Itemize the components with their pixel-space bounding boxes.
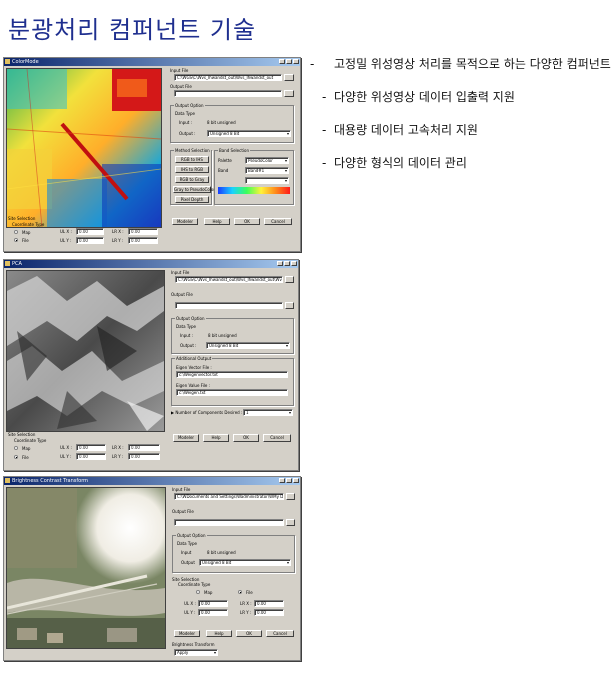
- lr-y-field[interactable]: 0.00: [128, 237, 158, 244]
- ok-button[interactable]: OK: [233, 434, 259, 442]
- site-selection-group: Site Selection Coordinate Type Map File …: [8, 216, 162, 248]
- method-selection-group: Method Selection RGB to IHS IHS to RGB R…: [170, 148, 215, 205]
- close-icon[interactable]: [293, 59, 299, 64]
- feature-list: - 고정밀 위성영상 처리를 목적으로 하는 다양한 컴퍼넌트 - 다양한 위성영상…: [310, 56, 612, 188]
- band-select-2[interactable]: [245, 177, 289, 184]
- feature-item: - 다양한 위성영상 데이터 입출력 지원: [322, 90, 515, 104]
- ok-button[interactable]: OK: [234, 218, 260, 225]
- cancel-button[interactable]: Cancel: [266, 630, 294, 637]
- input-file-field[interactable]: C:\WDocuments and Settings\Wadministrato…: [174, 493, 284, 500]
- components-select[interactable]: 1: [243, 409, 293, 416]
- browse-input-button[interactable]: [286, 493, 295, 500]
- maximize-icon[interactable]: [286, 478, 292, 483]
- ok-button[interactable]: OK: [236, 630, 262, 637]
- window-titlebar[interactable]: PCA: [4, 260, 298, 268]
- lr-x-field[interactable]: 0.00: [128, 228, 158, 235]
- window-titlebar[interactable]: Brightness Contrast Transform: [4, 477, 300, 485]
- ul-y-field[interactable]: 0.00: [76, 237, 104, 244]
- eigen-value-field[interactable]: c:\Weigen.txt: [176, 389, 288, 396]
- output-option-group: Output Option Data Type Input : 8 bit un…: [171, 316, 294, 354]
- rgb-to-ihs-button[interactable]: RGB to IHS: [175, 156, 209, 163]
- site-selection-group: Site Selection Coordinate Type Map File …: [172, 577, 295, 621]
- feature-item: - 다양한 형식의 데이터 관리: [322, 156, 467, 170]
- app-icon: [5, 478, 10, 483]
- cancel-button[interactable]: Cancel: [264, 218, 292, 225]
- ihs-to-rgb-button[interactable]: IHS to RGB: [175, 166, 209, 173]
- output-type-select[interactable]: Unsigned 8 Bit: [199, 559, 291, 566]
- output-file-field[interactable]: [175, 302, 283, 309]
- ul-y-field[interactable]: 0.00: [76, 453, 106, 460]
- window-titlebar[interactable]: ColorMode: [4, 58, 300, 66]
- lr-x-field[interactable]: 0.00: [128, 444, 160, 451]
- help-button[interactable]: Help: [206, 630, 232, 637]
- eigen-vector-field[interactable]: c:\Weigenvector.txt: [176, 371, 288, 378]
- help-button[interactable]: Help: [203, 434, 229, 442]
- band-selection-group: Band Selection Palette PseudoColor Band …: [214, 148, 294, 205]
- browse-output-button[interactable]: [284, 90, 294, 97]
- pca-preview-image: [6, 270, 165, 432]
- app-icon: [5, 59, 10, 64]
- output-file-field[interactable]: [174, 90, 282, 97]
- app-icon: [5, 261, 10, 266]
- ul-x-field[interactable]: 0.00: [198, 600, 228, 607]
- ul-x-field[interactable]: 0.00: [76, 444, 106, 451]
- lr-y-field[interactable]: 0.00: [128, 453, 160, 460]
- output-option-group: Output Option Data Type Input 8 bit unsi…: [172, 533, 295, 573]
- output-type-select[interactable]: Unsigned 8 Bit: [206, 342, 290, 349]
- pixel-depth-button[interactable]: Pixel Depth: [175, 196, 209, 203]
- ul-x-field[interactable]: 0.00: [76, 228, 104, 235]
- output-file-field[interactable]: [174, 519, 284, 526]
- maximize-icon[interactable]: [284, 261, 290, 266]
- pca-window: PCA Input File C:\WGS\C\Wvs_Ihwandst_out…: [3, 259, 299, 471]
- feature-item: - 고정밀 위성영상 처리를 목적으로 하는 다양한 컴퍼넌트: [310, 57, 611, 71]
- output-type-select[interactable]: Unsigned 8 Bit: [207, 130, 291, 137]
- map-radio[interactable]: [14, 446, 18, 450]
- additional-output-group: Additional Output Eigen Vector File : c:…: [171, 356, 294, 406]
- file-radio[interactable]: [14, 238, 18, 242]
- rgb-to-gray-button[interactable]: RGB to Gray: [175, 176, 209, 183]
- modeler-button[interactable]: Modeler: [173, 434, 199, 442]
- input-file-field[interactable]: C:\WGS\C\Wvs_Ihwandst_out\Wvs_Ihwandst_o…: [174, 74, 282, 81]
- close-icon[interactable]: [293, 478, 299, 483]
- maximize-icon[interactable]: [286, 59, 292, 64]
- lr-x-field[interactable]: 0.00: [254, 600, 284, 607]
- output-option-group: Output Option Data Type Input : 8 bit un…: [170, 103, 294, 143]
- modeler-button[interactable]: Modeler: [174, 630, 200, 637]
- file-radio[interactable]: [238, 590, 242, 594]
- file-radio[interactable]: [14, 455, 18, 459]
- components-label: ▶ Number of Components Desired :: [171, 410, 243, 415]
- site-selection-group: Site Selection Coordinate Type Map File …: [8, 432, 168, 466]
- browse-output-button[interactable]: [286, 519, 295, 526]
- input-file-field[interactable]: C:\WGS\C\Wvs_Ihwandst_out\Wvs_Ihwandst_o…: [175, 276, 283, 283]
- brightness-transform-select[interactable]: Apply: [174, 649, 218, 656]
- close-icon[interactable]: [291, 261, 297, 266]
- colormode-preview-image: [6, 68, 162, 228]
- browse-output-button[interactable]: [285, 302, 294, 309]
- colormode-options-panel: Input File C:\WGS\C\Wvs_Ihwandst_out\Wvs…: [168, 68, 298, 249]
- modeler-button[interactable]: Modeler: [172, 218, 198, 225]
- browse-input-button[interactable]: [285, 276, 294, 283]
- minimize-icon[interactable]: [279, 478, 285, 483]
- map-radio[interactable]: [14, 230, 18, 234]
- brightness-options-panel: Input File C:\WDocuments and Settings\Wa…: [170, 487, 298, 658]
- page-title: 분광처리 컴퍼넌트 기술: [8, 16, 257, 44]
- ul-y-field[interactable]: 0.00: [198, 609, 228, 616]
- minimize-icon[interactable]: [279, 59, 285, 64]
- colormode-window: ColorMode Input File C:\WGS\C\Wvs_Ihwand…: [3, 57, 301, 252]
- brightness-preview-image: [6, 487, 166, 649]
- feature-item: - 대용량 데이터 고속처리 지원: [322, 123, 478, 137]
- minimize-icon[interactable]: [277, 261, 283, 266]
- browse-input-button[interactable]: [284, 74, 294, 81]
- help-button[interactable]: Help: [204, 218, 230, 225]
- lr-y-field[interactable]: 0.00: [254, 609, 284, 616]
- band-select[interactable]: Band#1: [245, 167, 289, 174]
- gray-to-pseudocolor-button[interactable]: Gray to PseudoColor: [173, 186, 215, 193]
- brightness-contrast-window: Brightness Contrast Transform Input File…: [3, 476, 301, 661]
- palette-colorbar: [218, 187, 290, 194]
- pca-options-panel: Input File C:\WGS\C\Wvs_Ihwandst_out\Wvs…: [169, 270, 296, 468]
- map-radio[interactable]: [196, 590, 200, 594]
- cancel-button[interactable]: Cancel: [263, 434, 291, 442]
- palette-select[interactable]: PseudoColor: [245, 157, 289, 164]
